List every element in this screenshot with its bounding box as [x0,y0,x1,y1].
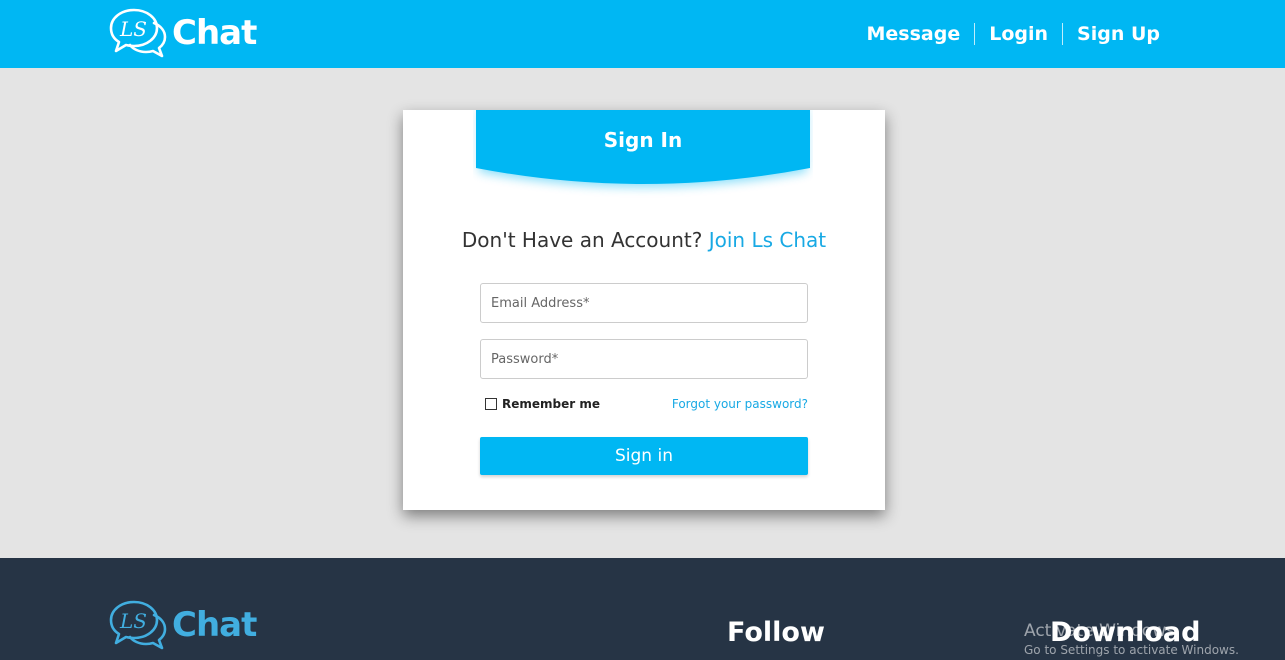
header-logo[interactable]: LS Chat [108,6,257,60]
header-logo-text: Chat [172,13,257,53]
signin-title: Sign In [603,128,683,152]
footer: LS Chat Follow Download [0,558,1285,660]
nav-login-link[interactable]: Login [975,20,1062,48]
footer-logo-text: Chat [172,605,257,645]
svg-text:LS: LS [119,609,147,633]
signin-button[interactable]: Sign in [480,437,808,475]
nav-signup-link[interactable]: Sign Up [1063,20,1160,48]
footer-download-heading: Download [1050,617,1201,648]
svg-text:LS: LS [119,17,147,41]
speech-bubbles-logo-icon: LS [109,8,167,58]
footer-follow-heading: Follow [727,617,825,648]
join-prompt-text: Don't Have an Account? [461,228,703,252]
signin-card: Sign In Don't Have an Account? Join Ls C… [403,110,885,510]
signin-card-header: Sign In [473,110,813,205]
forgot-password-link[interactable]: Forgot your password? [672,396,808,412]
password-field[interactable] [480,339,808,379]
join-ls-chat-link[interactable]: Join Ls Chat [709,228,826,252]
remember-me-label: Remember me [502,397,600,411]
nav-message-link[interactable]: Message [852,20,974,48]
main-nav: Message Login Sign Up [852,20,1160,48]
footer-logo: LS Chat [108,598,257,652]
join-prompt-line: Don't Have an Account? Join Ls Chat [403,226,885,254]
top-navbar: LS Chat Message Login Sign Up [0,0,1285,68]
remember-me-option[interactable]: Remember me [485,396,600,412]
speech-bubbles-logo-icon: LS [109,600,167,650]
email-field[interactable] [480,283,808,323]
curved-header-shape [476,110,810,187]
remember-me-checkbox[interactable] [485,398,497,410]
